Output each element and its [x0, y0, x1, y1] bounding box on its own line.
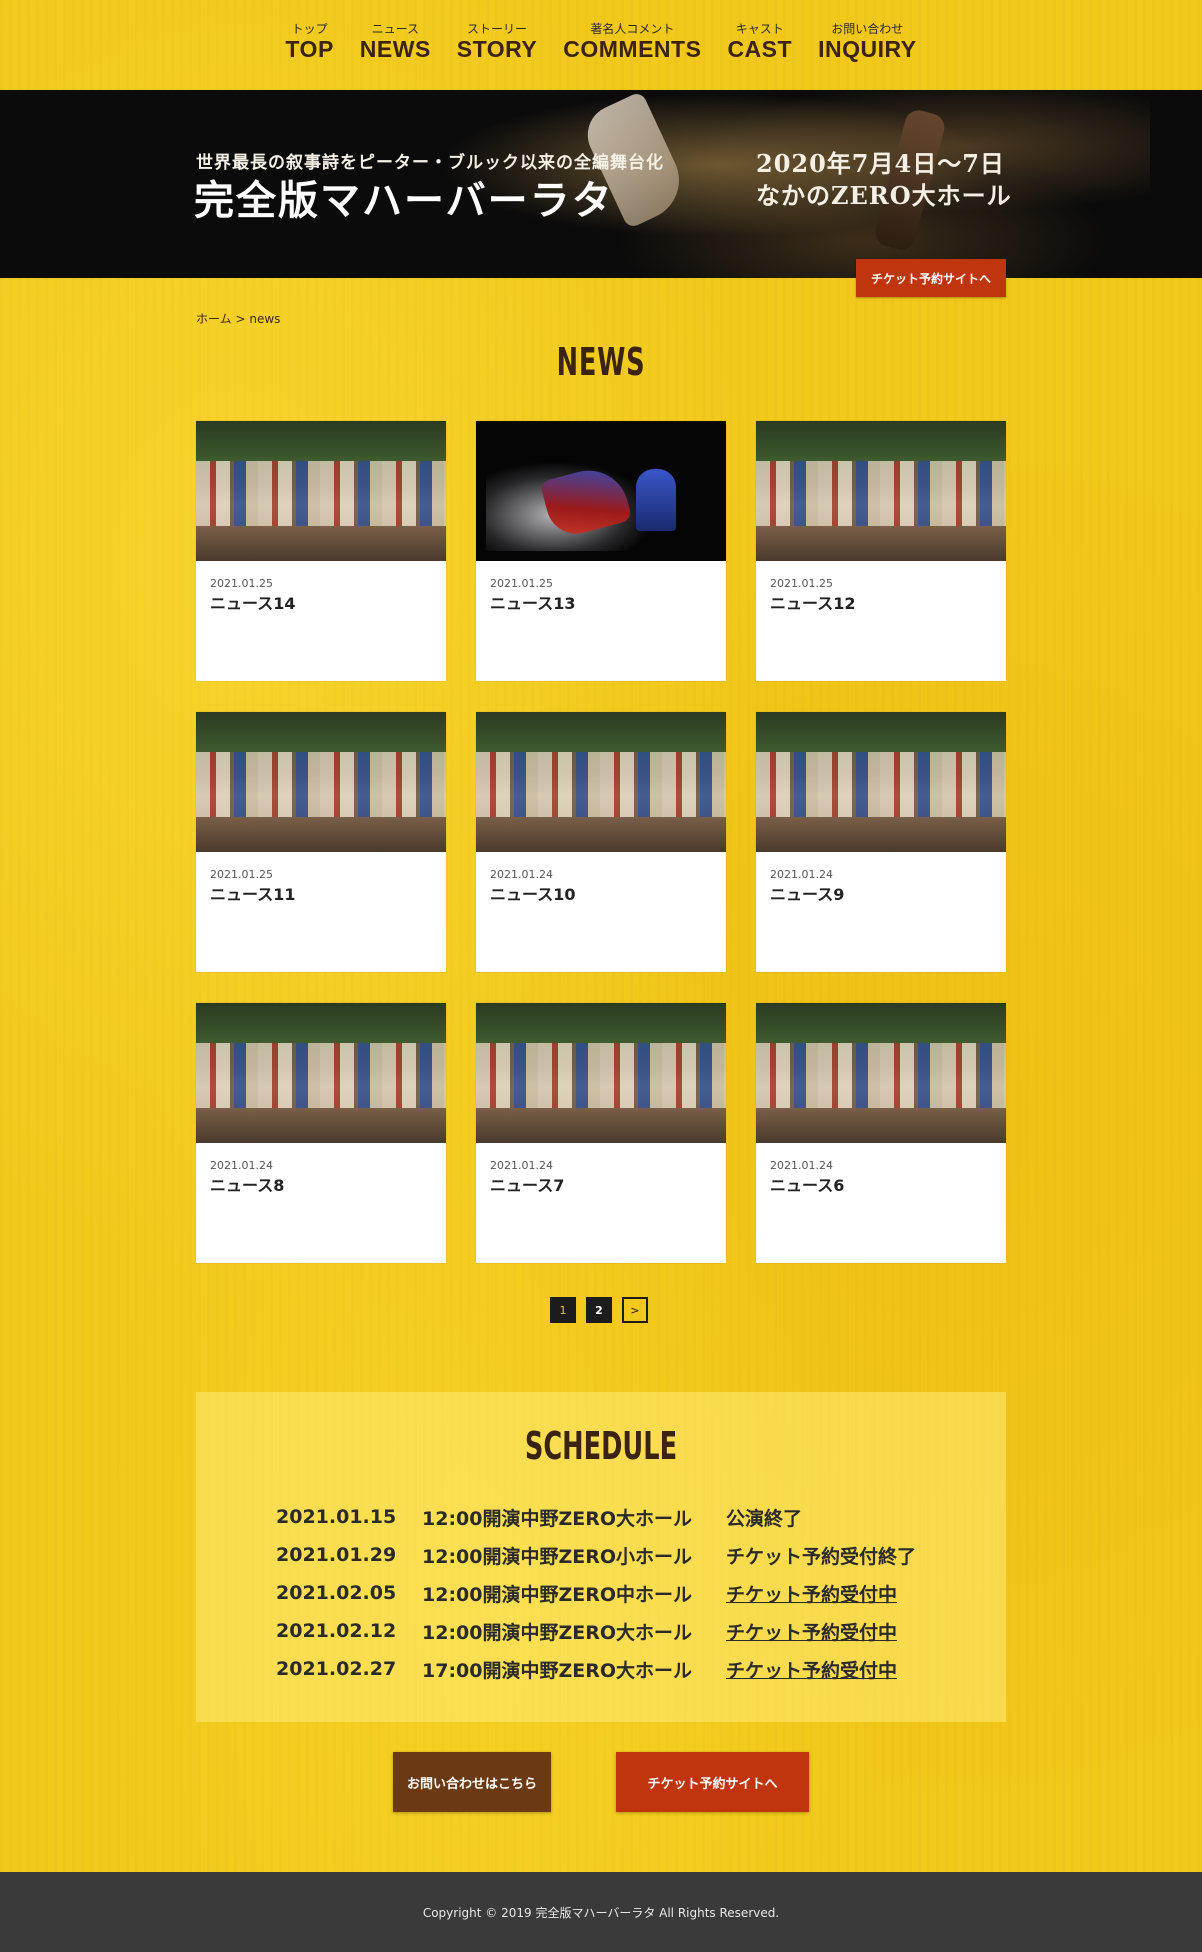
page-title: NEWS	[556, 340, 646, 384]
schedule-date: 2021.01.29	[276, 1544, 397, 1566]
hero-title: 完全版マハーバーラタ	[194, 177, 614, 224]
news-date: 2021.01.25	[210, 577, 273, 590]
news-date: 2021.01.24	[210, 1159, 273, 1172]
schedule-ticket-link[interactable]: チケット予約受付中	[726, 1660, 897, 1682]
news-date: 2021.01.24	[770, 868, 833, 881]
nav-main-label: NEWS	[359, 36, 431, 62]
schedule-date: 2021.02.27	[276, 1658, 397, 1680]
nav-main-label: COMMENTS	[563, 36, 702, 62]
nav-main-label: STORY	[456, 36, 538, 62]
global-nav: トップ TOP ニュース NEWS ストーリー STORY 著名人コメント COMMEN…	[0, 0, 1202, 90]
copyright-text: Copyright © 2019 完全版マハーバーラタ All Rights R…	[422, 1905, 780, 1920]
schedule-title: SCHEDULE	[524, 1424, 678, 1468]
nav-sub-label: お問い合わせ	[831, 22, 904, 36]
contact-button[interactable]: お問い合わせはこちら	[393, 1752, 551, 1812]
news-card[interactable]: 2021.01.24 ニュース6	[756, 1003, 1006, 1263]
news-thumbnail	[196, 1003, 446, 1143]
news-card[interactable]: 2021.01.24 ニュース9	[756, 712, 1006, 972]
news-date: 2021.01.25	[770, 577, 833, 590]
news-grid: 2021.01.25 ニュース14 2021.01.25 ニュース13 2021.0…	[196, 421, 1006, 1263]
page-link-2[interactable]: 2	[586, 1297, 612, 1323]
news-thumbnail	[476, 421, 726, 561]
nav-story[interactable]: ストーリー STORY	[457, 0, 537, 90]
nav-cast[interactable]: キャスト CAST	[727, 0, 792, 90]
schedule-ticket-link[interactable]: チケット予約受付中	[726, 1584, 897, 1606]
news-thumbnail	[756, 712, 1006, 852]
schedule-venue: 12:00開演中野ZERO大ホール	[422, 1621, 693, 1644]
news-thumbnail	[756, 1003, 1006, 1143]
ticket-site-button-top[interactable]: チケット予約サイトへ	[856, 259, 1006, 297]
news-card[interactable]: 2021.01.25 ニュース11	[196, 712, 446, 972]
hero-date: 2020年7月4日〜7日 なかのZERO大ホール	[756, 148, 1012, 212]
ticket-site-button[interactable]: チケット予約サイトへ	[616, 1752, 809, 1812]
news-date: 2021.01.25	[490, 577, 553, 590]
nav-main-label: CAST	[727, 36, 793, 62]
breadcrumb-current: news	[249, 312, 281, 326]
news-thumbnail	[196, 421, 446, 561]
hero-banner: 世界最長の叙事詩をピーター・ブルック以来の全編舞台化 完全版マハーバーラタ 20…	[0, 90, 1202, 278]
nav-sub-label: トップ	[291, 22, 328, 36]
news-card[interactable]: 2021.01.25 ニュース12	[756, 421, 1006, 681]
hero-venue-line: なかのZERO大ホール	[756, 181, 1012, 210]
news-card[interactable]: 2021.01.25 ニュース13	[476, 421, 726, 681]
schedule-venue: 12:00開演中野ZERO大ホール	[422, 1507, 693, 1530]
news-title: ニュース13	[490, 594, 576, 613]
schedule-row: 2021.01.29 12:00開演中野ZERO小ホール チケット予約受付終了	[276, 1536, 916, 1574]
news-thumbnail	[476, 1003, 726, 1143]
schedule-date: 2021.01.15	[276, 1506, 397, 1528]
news-title: ニュース7	[490, 1176, 565, 1195]
hero-date-line: 2020年7月4日〜7日	[756, 149, 1005, 178]
news-date: 2021.01.24	[770, 1159, 833, 1172]
news-title: ニュース8	[210, 1176, 285, 1195]
nav-sub-label: 著名人コメント	[590, 22, 675, 36]
news-title: ニュース11	[210, 885, 296, 904]
news-date: 2021.01.24	[490, 868, 553, 881]
schedule-date: 2021.02.12	[276, 1620, 397, 1642]
nav-inquiry[interactable]: お問い合わせ INQUIRY	[818, 0, 917, 90]
nav-main-label: TOP	[285, 36, 334, 62]
news-thumbnail	[756, 421, 1006, 561]
news-thumbnail	[476, 712, 726, 852]
news-card[interactable]: 2021.01.24 ニュース7	[476, 1003, 726, 1263]
news-date: 2021.01.24	[490, 1159, 553, 1172]
pagination: 1 2 >	[550, 1297, 648, 1323]
breadcrumb-home[interactable]: ホーム	[196, 312, 232, 326]
nav-sub-label: キャスト	[735, 22, 784, 36]
nav-sub-label: ストーリー	[467, 22, 528, 36]
news-thumbnail	[196, 712, 446, 852]
schedule-venue: 17:00開演中野ZERO大ホール	[422, 1659, 693, 1682]
page-current: 1	[550, 1297, 576, 1323]
schedule-date: 2021.02.05	[276, 1582, 397, 1604]
news-title: ニュース14	[210, 594, 296, 613]
schedule-row: 2021.02.27 17:00開演中野ZERO大ホール チケット予約受付中	[276, 1650, 916, 1688]
news-title: ニュース9	[770, 885, 845, 904]
schedule-row: 2021.01.15 12:00開演中野ZERO大ホール 公演終了	[276, 1498, 916, 1536]
nav-comments[interactable]: 著名人コメント COMMENTS	[563, 0, 701, 90]
page-next-button[interactable]: >	[622, 1297, 648, 1323]
nav-news[interactable]: ニュース NEWS	[360, 0, 431, 90]
schedule-ticket-link[interactable]: チケット予約受付中	[726, 1622, 897, 1644]
news-card[interactable]: 2021.01.24 ニュース10	[476, 712, 726, 972]
schedule-row: 2021.02.12 12:00開演中野ZERO大ホール チケット予約受付中	[276, 1612, 916, 1650]
nav-top[interactable]: トップ TOP	[285, 0, 333, 90]
news-title: ニュース10	[490, 885, 576, 904]
schedule-status: チケット予約受付終了	[726, 1545, 917, 1568]
news-title: ニュース12	[770, 594, 856, 613]
news-date: 2021.01.25	[210, 868, 273, 881]
schedule-row: 2021.02.05 12:00開演中野ZERO中ホール チケット予約受付中	[276, 1574, 916, 1612]
performer-figure	[636, 469, 676, 531]
nav-sub-label: ニュース	[371, 22, 419, 36]
schedule-status: 公演終了	[726, 1507, 803, 1530]
schedule-venue: 12:00開演中野ZERO小ホール	[422, 1545, 693, 1568]
schedule-venue: 12:00開演中野ZERO中ホール	[422, 1583, 693, 1606]
schedule-panel: SCHEDULE 2021.01.15 12:00開演中野ZERO大ホール 公演終了…	[196, 1392, 1006, 1722]
news-card[interactable]: 2021.01.24 ニュース8	[196, 1003, 446, 1263]
breadcrumb-separator: >	[235, 312, 246, 326]
breadcrumb: ホーム > news	[196, 310, 280, 327]
news-card[interactable]: 2021.01.25 ニュース14	[196, 421, 446, 681]
nav-main-label: INQUIRY	[818, 36, 917, 62]
news-title: ニュース6	[770, 1176, 845, 1195]
schedule-list: 2021.01.15 12:00開演中野ZERO大ホール 公演終了 2021.01.…	[276, 1498, 916, 1688]
footer: Copyright © 2019 完全版マハーバーラタ All Rights R…	[0, 1872, 1202, 1952]
